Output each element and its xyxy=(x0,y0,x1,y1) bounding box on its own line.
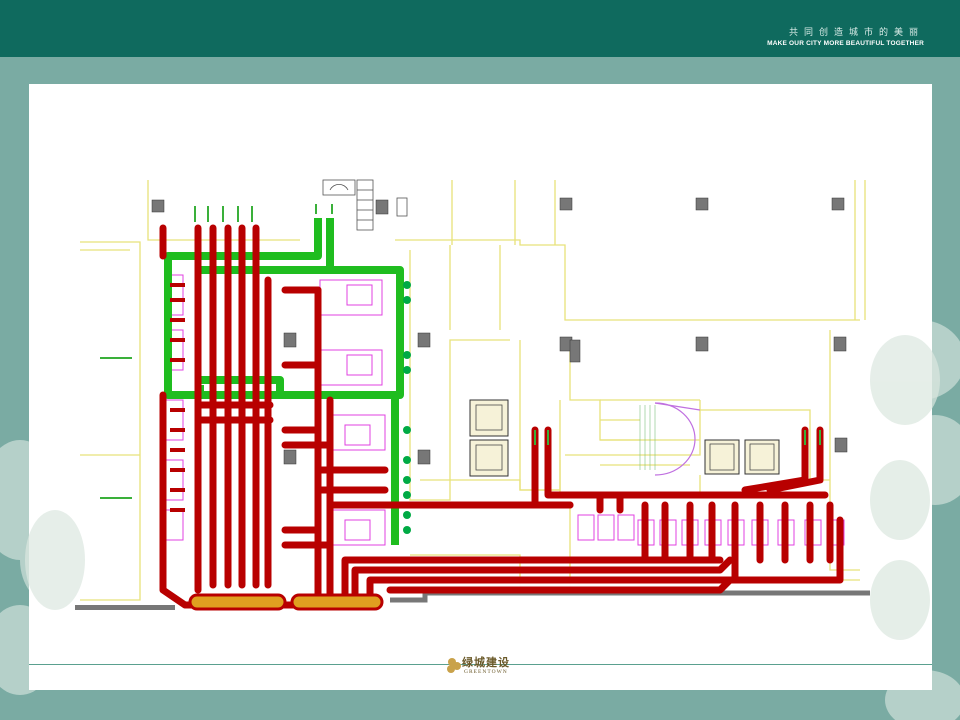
logo-text-chinese: 绿城建设 xyxy=(462,656,510,669)
logo-text-english: GREENTOWN xyxy=(464,669,508,675)
greentown-logo: 绿城建设 GREENTOWN xyxy=(446,654,526,680)
hvac-floor-plan xyxy=(25,179,940,640)
clover-logo-icon xyxy=(447,658,461,673)
